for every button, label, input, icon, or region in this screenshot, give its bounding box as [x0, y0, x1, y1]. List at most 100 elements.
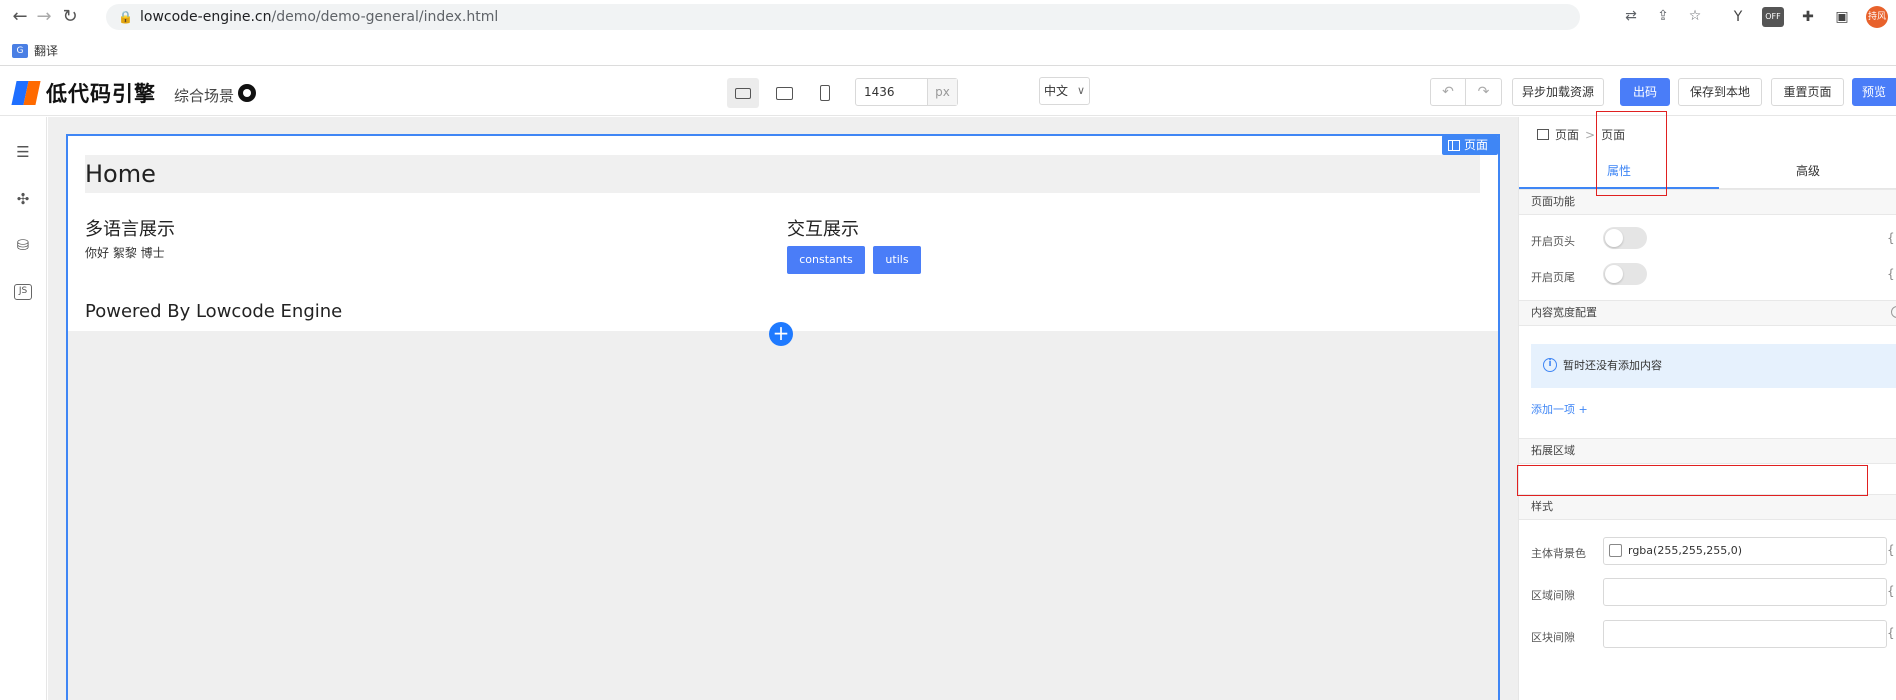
highlight-box-extension-area: [1517, 465, 1868, 496]
page-container[interactable]: Home 多语言展示 你好 絮黎 博士 交互展示 constants utils…: [66, 134, 1500, 700]
github-icon[interactable]: [238, 84, 256, 102]
desktop-icon: [735, 87, 751, 99]
back-icon[interactable]: ←: [8, 5, 32, 29]
editor-topbar: 低代码引擎 综合场景 1436 px 中文 ∨ ↶ ↷ 异步加载资源 出码 保存…: [0, 66, 1896, 116]
preview-button[interactable]: 预览: [1852, 78, 1896, 106]
empty-info-box: i 暂时还没有添加内容: [1531, 344, 1896, 388]
url-host: lowcode-engine.cn: [140, 9, 272, 25]
variable-bind-icon[interactable]: {: [1887, 231, 1895, 245]
empty-info-text: 暂时还没有添加内容: [1563, 359, 1662, 372]
device-tablet-button[interactable]: [768, 78, 800, 108]
area-gap-input[interactable]: [1603, 578, 1887, 606]
background-color-input[interactable]: rgba(255,255,255,0): [1603, 537, 1887, 565]
utils-button[interactable]: utils: [873, 246, 921, 274]
tab-advanced[interactable]: 高级: [1719, 153, 1896, 189]
extension-off-icon[interactable]: OFF: [1762, 7, 1784, 27]
device-phone-button[interactable]: [809, 78, 841, 108]
home-title[interactable]: Home: [85, 155, 1480, 193]
settings-tabs: 属性 高级: [1519, 153, 1896, 189]
toggle-enable-footer[interactable]: [1603, 263, 1647, 285]
toggle-enable-header[interactable]: [1603, 227, 1647, 249]
puzzle-icon[interactable]: ✚: [1798, 7, 1818, 27]
label-background-color: 主体背景色: [1531, 547, 1586, 560]
group-style[interactable]: 样式: [1519, 494, 1896, 520]
extension-icons: Y OFF ✚ ▣ 持风: [1728, 6, 1888, 28]
page-tag-label: 页面: [1463, 138, 1488, 152]
bookmark-label: 翻译: [34, 44, 59, 58]
sidepanel-icon[interactable]: ▣: [1832, 7, 1852, 27]
logo-text: 低代码引擎: [46, 82, 156, 106]
page-layout-icon: [1447, 139, 1460, 151]
save-local-button[interactable]: 保存到本地: [1678, 78, 1762, 106]
component-library-icon[interactable]: ✣: [12, 190, 34, 210]
chevron-down-icon: ∨: [1076, 84, 1085, 97]
i18n-section-text[interactable]: 你好 絮黎 博士: [85, 244, 165, 261]
forward-icon[interactable]: →: [32, 5, 56, 29]
scene-label: 综合场景: [174, 87, 235, 105]
translate-icon[interactable]: ⇄: [1622, 7, 1640, 25]
group-page-feature[interactable]: 页面功能: [1519, 189, 1896, 215]
async-load-button[interactable]: 异步加载资源: [1512, 78, 1604, 106]
export-code-button[interactable]: 出码: [1620, 78, 1670, 106]
breadcrumb-item-page[interactable]: 页面: [1555, 126, 1579, 143]
url-path: /demo/demo-general/index.html: [271, 9, 499, 25]
logo-mark-icon: [11, 81, 41, 105]
page-content: Home 多语言展示 你好 絮黎 博士 交互展示 constants utils…: [68, 136, 1498, 331]
variable-bind-icon[interactable]: {: [1887, 626, 1895, 640]
label-enable-header: 开启页头: [1531, 235, 1575, 248]
constants-button[interactable]: constants: [787, 246, 865, 274]
i18n-section-title[interactable]: 多语言展示: [85, 215, 175, 241]
js-code-icon[interactable]: JS: [14, 284, 32, 300]
logo: 低代码引擎: [11, 78, 156, 108]
undo-redo-group: ↶ ↷: [1430, 78, 1502, 106]
address-bar[interactable]: 🔒 lowcode-engine.cn/demo/demo-general/in…: [106, 4, 1580, 30]
group-extension-area[interactable]: 拓展区域: [1519, 438, 1896, 464]
canvas-width-input[interactable]: 1436 px: [855, 78, 958, 106]
bookmark-translate[interactable]: G 翻译: [12, 42, 58, 59]
star-icon[interactable]: ☆: [1686, 7, 1704, 25]
add-item-link[interactable]: 添加一项 +: [1531, 401, 1588, 417]
device-desktop-button[interactable]: [727, 78, 759, 108]
color-swatch[interactable]: [1609, 544, 1622, 557]
reset-page-button[interactable]: 重置页面: [1771, 78, 1844, 106]
profile-avatar[interactable]: 持风: [1866, 6, 1888, 28]
settings-panel: 页面 > 页面 属性 高级 页面功能 开启页头 { 开启页尾 { 内容宽度配置 …: [1518, 117, 1896, 700]
page-layout-icon: [1537, 129, 1549, 140]
variable-bind-icon[interactable]: {: [1887, 584, 1895, 598]
browser-toolbar: ← → ↻ 🔒 lowcode-engine.cn/demo/demo-gene…: [0, 0, 1896, 34]
block-gap-input[interactable]: [1603, 620, 1887, 648]
interact-section-title[interactable]: 交互展示: [787, 215, 859, 241]
extension-y-icon[interactable]: Y: [1728, 7, 1748, 27]
canvas-width-unit: px: [927, 79, 957, 105]
language-value: 中文: [1044, 84, 1069, 98]
left-toolbar: ☰ ✣ ⛁ JS: [0, 117, 47, 700]
share-icon[interactable]: ⇪: [1654, 7, 1672, 25]
breadcrumb-separator: >: [1585, 127, 1596, 142]
redo-button[interactable]: ↷: [1466, 78, 1502, 106]
language-select[interactable]: 中文 ∨: [1039, 77, 1090, 105]
setting-gear-icon[interactable]: [1891, 306, 1896, 318]
variable-bind-icon[interactable]: {: [1887, 543, 1895, 557]
canvas-width-value: 1436: [864, 85, 895, 99]
info-icon: i: [1543, 358, 1557, 372]
label-enable-footer: 开启页尾: [1531, 271, 1575, 284]
background-color-value: rgba(255,255,255,0): [1628, 544, 1743, 557]
highlight-box-export-tab: [1596, 111, 1667, 196]
variable-bind-icon[interactable]: {: [1887, 267, 1895, 281]
phone-icon: [820, 85, 830, 101]
bookmark-bar: G 翻译: [0, 34, 1896, 66]
add-component-button[interactable]: +: [769, 322, 793, 346]
translate-bookmark-icon: G: [12, 43, 28, 58]
undo-button[interactable]: ↶: [1430, 78, 1466, 106]
label-area-gap: 区域间隙: [1531, 589, 1575, 602]
group-content-width[interactable]: 内容宽度配置: [1519, 300, 1896, 326]
powered-by-text[interactable]: Powered By Lowcode Engine: [85, 301, 342, 322]
design-canvas: Home 多语言展示 你好 絮黎 博士 交互展示 constants utils…: [48, 117, 1518, 700]
outline-tree-icon[interactable]: ☰: [12, 143, 34, 163]
reload-icon[interactable]: ↻: [58, 5, 82, 29]
datasource-icon[interactable]: ⛁: [12, 236, 34, 256]
label-block-gap: 区块间隙: [1531, 631, 1575, 644]
page-selection-tag[interactable]: 页面: [1441, 135, 1498, 155]
address-actions: ⇄ ⇪ ☆: [1622, 7, 1704, 27]
lock-icon: 🔒: [118, 10, 133, 24]
